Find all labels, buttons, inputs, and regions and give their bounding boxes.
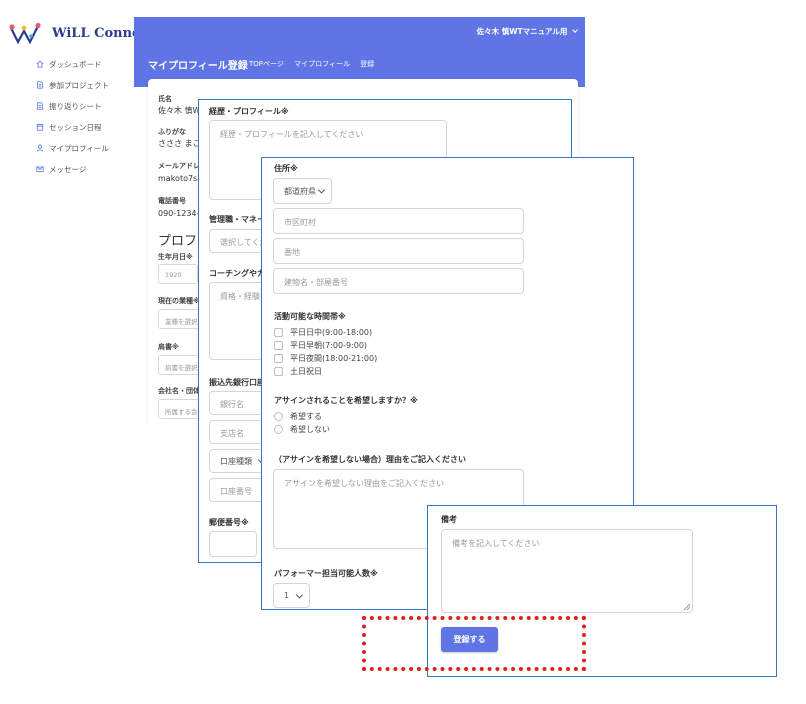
availability-option-weekday-daytime[interactable]: 平日日中(9:00-18:00) [274, 327, 372, 338]
postal-code-input[interactable] [209, 531, 257, 557]
reason-label: （アサインを希望しない場合）理由をご記入ください [274, 455, 466, 464]
sidebar-item-label: 振り返りシート [49, 101, 102, 111]
account-number-placeholder: 口座番号 [220, 487, 252, 496]
logo-mark-icon [9, 22, 41, 45]
page-title: マイプロフィール登録 [148, 61, 248, 72]
career-placeholder: 経歴・プロフィールを記入してください [220, 130, 364, 139]
chevron-down-icon [295, 590, 304, 599]
sidebar-item-messages[interactable]: メッセージ [36, 161, 86, 177]
branch-name-input[interactable]: 支店名 [209, 420, 269, 444]
user-icon [36, 144, 44, 152]
performers-value: 1 [284, 591, 290, 600]
checkbox[interactable] [274, 354, 283, 363]
career-label: 経歴・プロフィール※ [209, 107, 289, 116]
management-select[interactable]: 選択してくだ [209, 229, 269, 253]
account-type-value: 口座種類 [220, 456, 252, 466]
name-label: 氏名 [158, 95, 172, 103]
furigana-label: ふりがな [158, 128, 186, 136]
breadcrumb-top[interactable]: TOPページ [249, 60, 284, 68]
chevron-down-icon [317, 186, 326, 194]
reason-placeholder: アサインを希望しない理由をご記入ください [284, 479, 444, 488]
checkbox[interactable] [274, 341, 283, 350]
sidebar-item-label: ダッシュボード [49, 59, 102, 69]
availability-option-label: 平日日中(9:00-18:00) [290, 328, 373, 337]
notes-placeholder: 備考を記入してください [452, 539, 540, 548]
page-header: 佐々木 慎WTマニュアル用 マイプロフィール登録 TOPページ マイプロフィール… [134, 17, 585, 87]
account-type-select[interactable]: 口座種類 [209, 449, 269, 473]
calendar-icon [36, 123, 44, 131]
breadcrumb: TOPページ マイプロフィール 登録 [249, 59, 382, 69]
coaching-label: コーチングやカ [209, 269, 265, 278]
coaching-textarea[interactable]: 資格・経験を [209, 282, 269, 360]
resize-handle[interactable] [684, 604, 690, 610]
account-number-input[interactable]: 口座番号 [209, 478, 269, 502]
street-placeholder: 番地 [284, 248, 300, 257]
branch-name-placeholder: 支店名 [220, 429, 244, 438]
sidebar-item-sessions[interactable]: セッション日程 [36, 119, 102, 135]
phone-label: 電話番号 [158, 197, 186, 205]
availability-option-weekday-night[interactable]: 平日夜間(18:00-21:00) [274, 353, 377, 364]
assign-label: アサインされることを希望しますか？※ [274, 396, 418, 405]
availability-option-label: 平日早朝(7:00-9:00) [290, 341, 368, 350]
user-name: 佐々木 慎WTマニュアル用 [476, 27, 568, 36]
city-placeholder: 市区町村 [284, 218, 316, 227]
notes-panel: 備考 備考を記入してください 登録する [427, 505, 777, 677]
assign-option-no[interactable]: 希望しない [274, 424, 330, 435]
assign-option-label: 希望する [290, 412, 322, 421]
position-label: 肩書※ [158, 343, 179, 351]
radio[interactable] [274, 412, 283, 421]
birth-year-select[interactable]: 1920 [158, 264, 198, 284]
position-placeholder: 肩書を選択 [165, 364, 198, 372]
user-menu[interactable]: 佐々木 慎WTマニュアル用 [476, 26, 578, 37]
performers-label: パフォーマー担当可能人数※ [274, 569, 378, 578]
home-icon [36, 60, 44, 68]
availability-option-weekday-early[interactable]: 平日早朝(7:00-9:00) [274, 340, 367, 351]
building-input[interactable]: 建物名・部屋番号 [273, 268, 524, 294]
logo[interactable]: WiLL Connect [8, 22, 154, 48]
birthdate-label: 生年月日※ [158, 253, 193, 261]
management-label: 管理職・マネー [209, 215, 265, 224]
breadcrumb-my-profile[interactable]: マイプロフィール [294, 60, 350, 68]
birth-year-value: 1920 [165, 271, 182, 279]
document-icon [37, 81, 43, 89]
notes-label: 備考 [441, 515, 457, 524]
sidebar-item-my-profile[interactable]: マイプロフィール [36, 140, 109, 156]
mail-icon [36, 166, 44, 172]
availability-option-label: 平日夜間(18:00-21:00) [290, 354, 378, 363]
availability-option-label: 土日祝日 [290, 367, 322, 376]
radio[interactable] [274, 425, 283, 434]
street-input[interactable]: 番地 [273, 238, 524, 264]
bank-account-label: 振込先銀行口座 [209, 378, 265, 387]
sidebar-item-label: メッセージ [49, 164, 87, 174]
performers-select[interactable]: 1 [273, 583, 310, 608]
breadcrumb-register: 登録 [360, 60, 375, 68]
availability-label: 活動可能な時間帯※ [274, 312, 346, 321]
prefecture-value: 都道府県 [284, 186, 316, 196]
sidebar-item-label: セッション日程 [49, 122, 102, 132]
sidebar-item-dashboard[interactable]: ダッシュボード [36, 56, 102, 72]
bank-name-input[interactable]: 銀行名 [209, 391, 269, 415]
notes-textarea[interactable]: 備考を記入してください [441, 529, 693, 613]
register-button[interactable]: 登録する [441, 627, 498, 652]
document-icon [37, 102, 43, 110]
assign-option-yes[interactable]: 希望する [274, 411, 322, 422]
checkbox[interactable] [274, 367, 283, 376]
building-placeholder: 建物名・部屋番号 [284, 278, 348, 287]
industry-label: 現在の業種※ [158, 297, 200, 305]
sidebar-item-review-sheet[interactable]: 振り返りシート [36, 98, 102, 114]
sidebar-item-label: 参加プロジェクト [49, 80, 109, 90]
bank-name-placeholder: 銀行名 [220, 400, 244, 409]
prefecture-select[interactable]: 都道府県 [273, 178, 332, 204]
availability-option-weekend[interactable]: 土日祝日 [274, 366, 322, 377]
sidebar-item-label: マイプロフィール [49, 143, 109, 153]
industry-placeholder: 業種を選択 [165, 318, 198, 326]
checkbox[interactable] [274, 328, 283, 337]
postal-code-label: 郵便番号※ [209, 518, 249, 527]
chevron-down-icon [572, 27, 578, 33]
assign-option-label: 希望しない [290, 425, 330, 434]
sidebar-item-projects[interactable]: 参加プロジェクト [36, 77, 109, 93]
address-label: 住所※ [274, 164, 298, 173]
city-input[interactable]: 市区町村 [273, 208, 524, 234]
